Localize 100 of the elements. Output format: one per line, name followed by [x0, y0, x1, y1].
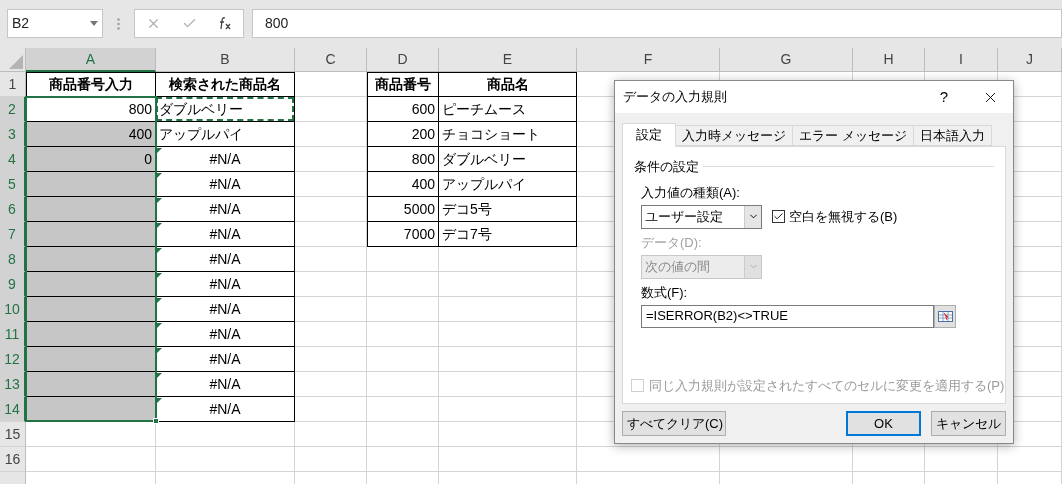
select-all-corner[interactable] — [0, 48, 26, 72]
table-cell — [295, 172, 367, 197]
table-cell — [295, 397, 367, 422]
column-header[interactable]: H — [853, 48, 925, 72]
table-cell: 400 — [367, 172, 439, 197]
dialog-tab[interactable]: エラー メッセージ — [793, 125, 914, 146]
table-cell — [367, 272, 439, 297]
caret-icon — [90, 21, 98, 26]
row-header[interactable]: 6 — [0, 197, 26, 222]
table-cell — [295, 72, 367, 97]
table-cell — [295, 247, 367, 272]
function-icon[interactable] — [218, 17, 233, 30]
table-cell: 5000 — [367, 197, 439, 222]
dialog-tab[interactable]: 入力時メッセージ — [676, 125, 793, 146]
table-cell: 検索された商品名 — [156, 72, 295, 97]
table-cell: 0 — [26, 147, 156, 172]
table-cell: #N/A — [156, 147, 295, 172]
table-cell: 200 — [367, 122, 439, 147]
table-cell — [367, 422, 439, 447]
table-cell — [295, 147, 367, 172]
row-header[interactable]: 12 — [0, 347, 26, 372]
table-cell — [853, 447, 925, 472]
table-cell: ダブルベリー — [439, 147, 577, 172]
drag-handle-icon[interactable] — [117, 17, 120, 30]
dialog-tab[interactable]: 日本語入力 — [913, 125, 992, 146]
table-cell: チョコショート — [439, 122, 577, 147]
table-cell — [295, 322, 367, 347]
table-cell: #N/A — [156, 322, 295, 347]
table-cell — [367, 347, 439, 372]
field-label: 数式(F): — [641, 283, 689, 302]
table-cell — [998, 447, 1062, 472]
field-label: データ(D): — [641, 233, 703, 252]
row-header[interactable]: 9 — [0, 272, 26, 297]
row-header[interactable]: 14 — [0, 397, 26, 422]
help-button[interactable]: ? — [921, 81, 967, 113]
table-cell: #N/A — [156, 297, 295, 322]
table-cell: ピーチムース — [439, 97, 577, 122]
table-cell: 7000 — [367, 222, 439, 247]
table-cell: デコ5号 — [439, 197, 577, 222]
table-cell — [367, 247, 439, 272]
row-header[interactable]: 7 — [0, 222, 26, 247]
table-cell — [295, 372, 367, 397]
row-header[interactable]: 1 — [0, 72, 26, 97]
row-header[interactable]: 11 — [0, 322, 26, 347]
table-cell — [295, 197, 367, 222]
row-header[interactable]: 15 — [0, 422, 26, 447]
table-cell: 800 — [26, 97, 156, 122]
row-header[interactable]: 3 — [0, 122, 26, 147]
name-box[interactable]: B2 — [7, 9, 103, 38]
table-cell — [295, 297, 367, 322]
row-header[interactable]: 13 — [0, 372, 26, 397]
table-cell: デコ7号 — [439, 222, 577, 247]
column-header[interactable]: E — [439, 48, 577, 72]
formula-input[interactable]: 800 — [252, 9, 1062, 38]
row-header[interactable]: 16 — [0, 447, 26, 472]
allow-select[interactable]: ユーザー設定 — [641, 204, 762, 229]
column-header[interactable]: C — [295, 48, 367, 72]
table-cell — [367, 372, 439, 397]
table-cell — [367, 297, 439, 322]
range-select-button[interactable] — [934, 304, 956, 328]
table-cell: #N/A — [156, 272, 295, 297]
row-header[interactable]: 4 — [0, 147, 26, 172]
clear-all-button[interactable]: すべてクリア(C) — [622, 411, 726, 436]
column-header[interactable]: G — [720, 48, 853, 72]
row-header[interactable]: 5 — [0, 172, 26, 197]
check-icon — [773, 211, 784, 222]
table-cell — [295, 97, 367, 122]
table-cell: アップルパイ — [439, 172, 577, 197]
cancel-button[interactable]: キャンセル — [931, 411, 1006, 436]
row-header[interactable]: 2 — [0, 97, 26, 122]
dialog-tab[interactable]: 設定 — [622, 123, 676, 147]
column-header[interactable]: D — [367, 48, 439, 72]
checkbox[interactable] — [772, 210, 785, 223]
table-cell: #N/A — [156, 247, 295, 272]
range-select-icon — [937, 310, 953, 322]
table-cell: #N/A — [156, 372, 295, 397]
checkbox-label: 空白を無視する(B) — [789, 207, 898, 226]
table-cell — [295, 347, 367, 372]
table-cell — [367, 397, 439, 422]
checkbox-label: 同じ入力規則が設定されたすべてのセルに変更を適用する(P) — [649, 376, 1005, 395]
table-cell — [295, 422, 367, 447]
table-cell: アップルパイ — [156, 122, 295, 147]
column-header[interactable]: F — [577, 48, 720, 72]
ok-button[interactable]: OK — [846, 411, 921, 436]
column-header[interactable]: I — [925, 48, 998, 72]
formula-field[interactable]: =ISERROR(B2)<>TRUE — [641, 304, 934, 328]
table-cell: 800 — [367, 147, 439, 172]
table-cell — [295, 447, 367, 472]
table-cell — [295, 222, 367, 247]
table-cell: ダブルベリー — [156, 97, 295, 122]
column-header[interactable]: B — [156, 48, 295, 72]
table-cell — [295, 122, 367, 147]
dialog-title: データの入力規則 — [623, 88, 728, 107]
column-header[interactable]: A — [26, 48, 156, 72]
row-header[interactable]: 10 — [0, 297, 26, 322]
table-cell: #N/A — [156, 172, 295, 197]
table-cell — [367, 322, 439, 347]
row-header[interactable]: 8 — [0, 247, 26, 272]
section-heading: 条件の設定 — [634, 158, 699, 176]
column-header[interactable]: J — [998, 48, 1062, 72]
